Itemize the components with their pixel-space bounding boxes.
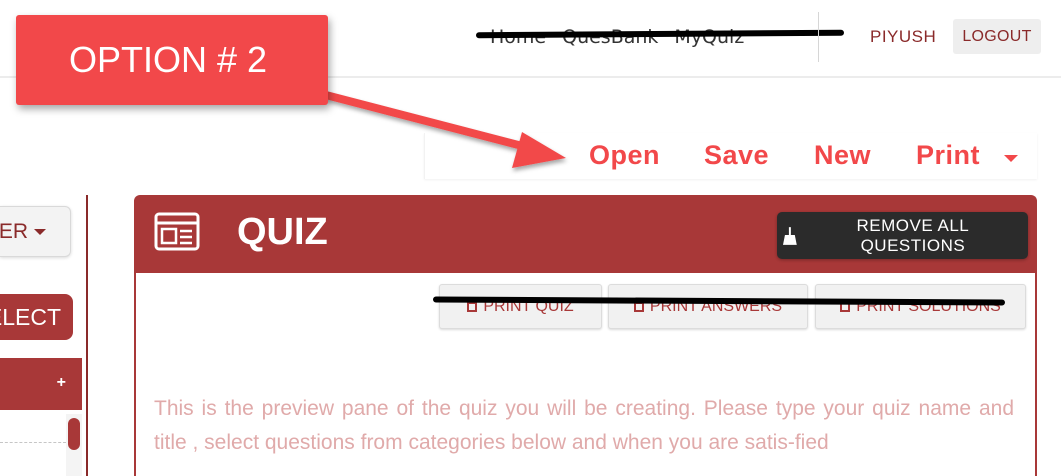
print-quiz-button[interactable]: PRINT QUIZ	[439, 284, 602, 329]
select-label: ELECT	[0, 303, 61, 330]
user-name[interactable]: PIYUSH	[870, 27, 936, 47]
new-button[interactable]: New	[814, 140, 871, 171]
scrollbar-thumb[interactable]	[68, 418, 80, 450]
remove-all-questions-button[interactable]: REMOVE ALL QUESTIONS	[777, 212, 1028, 259]
filter-label: TER	[0, 219, 28, 243]
broom-icon	[783, 226, 797, 245]
category-header[interactable]: +	[0, 358, 82, 410]
chevron-down-icon	[1004, 155, 1018, 162]
newspaper-icon	[154, 212, 200, 251]
printer-icon	[467, 301, 478, 312]
open-button[interactable]: Open	[589, 140, 660, 171]
print-answers-button[interactable]: PRINT ANSWERS	[608, 284, 808, 329]
quiz-title: QUIZ	[237, 211, 328, 253]
divider	[0, 442, 66, 443]
save-button[interactable]: Save	[704, 140, 769, 171]
option-callout: OPTION # 2	[16, 15, 328, 105]
print-dropdown-button[interactable]: Print	[916, 140, 980, 171]
logout-button[interactable]: LOGOUT	[953, 19, 1041, 54]
callout-label: OPTION # 2	[69, 39, 268, 80]
print-solutions-button[interactable]: PRINT SOLUTIONS	[815, 284, 1026, 329]
nav-link-quesbank[interactable]: QuesBank	[562, 26, 658, 50]
plus-icon[interactable]: +	[57, 374, 66, 392]
remove-all-label: REMOVE ALL QUESTIONS	[856, 215, 970, 255]
select-button[interactable]: ELECT	[0, 294, 73, 340]
quiz-preview-text: This is the preview pane of the quiz you…	[154, 397, 1014, 454]
main-nav: Home QuesBank MyQuiz	[490, 26, 744, 50]
filter-dropdown-button[interactable]: TER	[0, 206, 71, 257]
chevron-down-icon	[34, 228, 46, 235]
nav-divider	[818, 12, 819, 62]
